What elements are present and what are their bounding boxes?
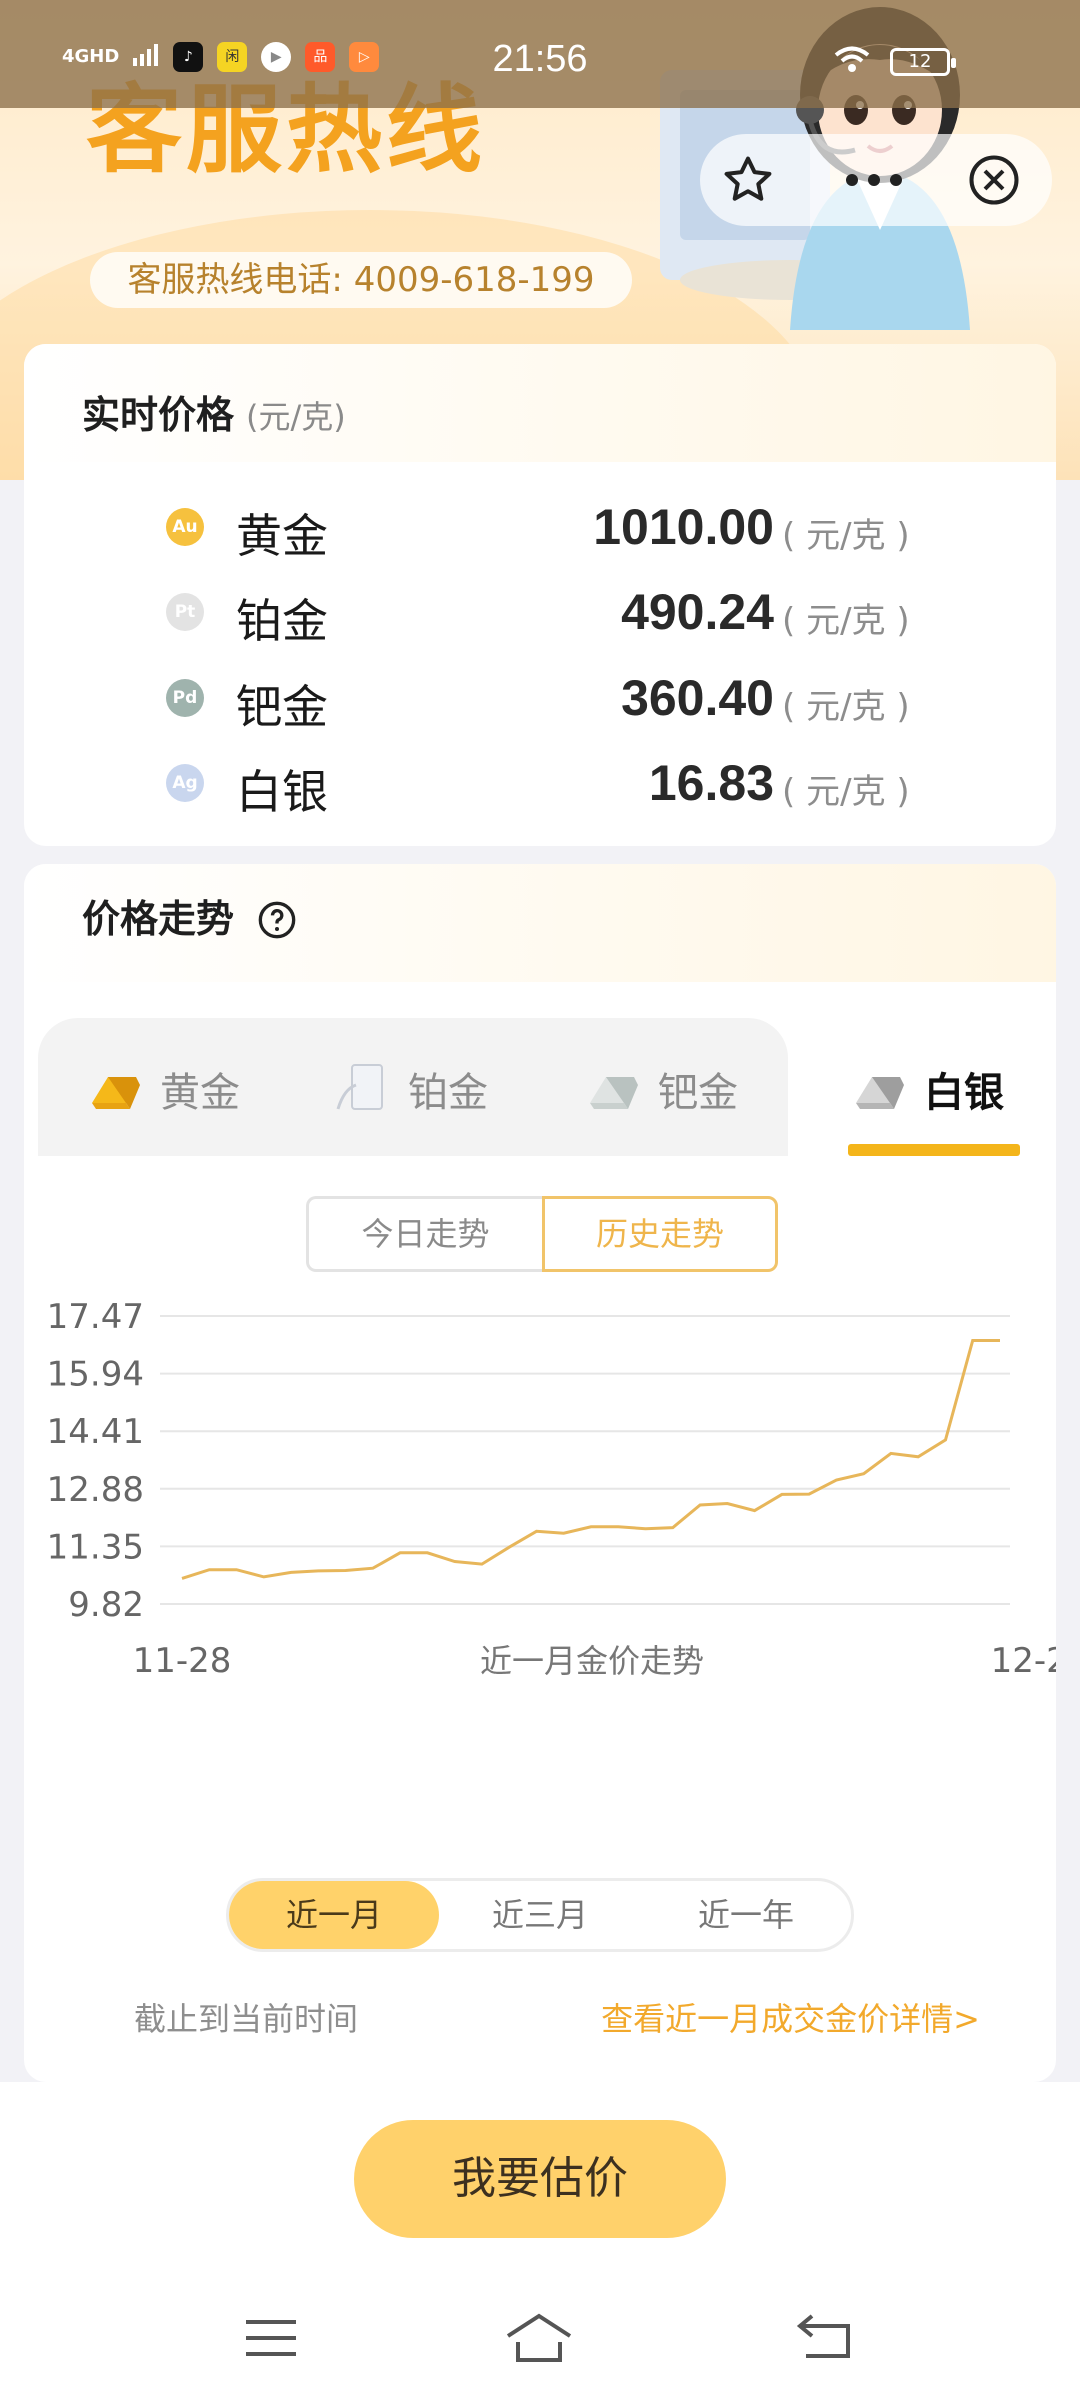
close-circle-icon <box>969 155 1019 205</box>
price-trend-card: 价格走势 黄金 铂金 钯金 白银 今日走势 历史走势 9.82 11.35 12.8… <box>24 864 1056 2082</box>
question-circle-icon[interactable] <box>257 900 297 940</box>
metal-price: 1010.00 <box>593 499 774 555</box>
tab-silver[interactable]: 白银 <box>850 1054 1004 1124</box>
x-axis-label: 近一月金价走势 <box>480 1642 704 1680</box>
range-selector: 近一月 近三月 近一年 <box>226 1878 854 1952</box>
silver-bar-icon <box>856 1077 904 1109</box>
metal-price: 16.83 <box>648 755 774 811</box>
realtime-header: 实时价格 (元/克) <box>24 344 1056 462</box>
realtime-title-text: 实时价格 <box>82 393 235 437</box>
status-bar: 4GHD ♪ 闲 ▶ 品 ▷ 21:56 12 <box>0 0 1080 108</box>
metal-name: 黄金 <box>236 509 328 563</box>
palladium-bar-icon <box>590 1077 638 1109</box>
range-1m[interactable]: 近一月 <box>229 1881 439 1949</box>
active-tab-indicator <box>848 1144 1020 1156</box>
trend-title: 价格走势 <box>82 888 297 943</box>
more-icon <box>846 174 902 186</box>
star-icon <box>724 156 772 201</box>
tab-label: 钯金 <box>658 1070 738 1116</box>
range-1y[interactable]: 近一年 <box>641 1881 851 1949</box>
back-icon <box>796 2314 850 2358</box>
price-line-chart: 9.82 11.35 12.88 14.41 15.94 17.47 11-28 12-28… <box>47 1297 1056 1681</box>
price-row-palladium[interactable]: Pd 钯金 360.40 ( 元/克 ) <box>24 657 1056 737</box>
tab-label: 铂金 <box>408 1070 488 1116</box>
nav-menu-button[interactable] <box>236 2310 306 2366</box>
close-button[interactable] <box>954 134 1034 226</box>
x-tick-label: 11-28 <box>133 1641 232 1681</box>
metal-unit: ( 元/克 ) <box>782 601 910 641</box>
hotline-pill[interactable]: 客服热线电话: 4009-618-199 <box>90 252 632 308</box>
y-tick-label: 11.35 <box>47 1527 144 1567</box>
x-tick-label: 12-28 <box>991 1641 1056 1681</box>
price-row-platinum[interactable]: Pt 铂金 490.24 ( 元/克 ) <box>24 571 1056 651</box>
metal-name: 钯金 <box>236 680 328 734</box>
platinum-bar-icon <box>336 1064 383 1110</box>
y-tick-label: 17.47 <box>47 1297 144 1337</box>
price-row-gold[interactable]: Au 黄金 1010.00 ( 元/克 ) <box>24 486 1056 566</box>
silver-badge-icon: Ag <box>166 764 204 802</box>
range-3m[interactable]: 近三月 <box>435 1881 645 1949</box>
home-icon <box>506 2313 572 2362</box>
menu-icon <box>246 2320 296 2356</box>
favorite-button[interactable] <box>708 134 788 226</box>
battery-indicator: 12 <box>890 48 956 76</box>
tab-platinum[interactable]: 铂金 <box>334 1054 488 1124</box>
trend-header: 价格走势 <box>24 864 1056 982</box>
metal-unit: ( 元/克 ) <box>782 772 910 812</box>
platinum-badge-icon: Pt <box>166 593 204 631</box>
y-tick-label: 12.88 <box>47 1470 144 1510</box>
metal-name: 白银 <box>236 765 328 819</box>
gold-badge-icon: Au <box>166 508 204 546</box>
realtime-unit: (元/克) <box>246 398 346 436</box>
segment-history[interactable]: 历史走势 <box>542 1196 778 1272</box>
view-details-link[interactable]: 查看近一月成交金价详情> <box>601 1994 980 2040</box>
palladium-badge-icon: Pd <box>166 679 204 717</box>
y-tick-label: 14.41 <box>47 1412 144 1452</box>
tab-gold[interactable]: 黄金 <box>86 1054 240 1124</box>
realtime-price-card: 实时价格 (元/克) Au 黄金 1010.00 ( 元/克 ) Pt 铂金 49… <box>24 344 1056 846</box>
nav-back-button[interactable] <box>792 2310 862 2366</box>
metal-name: 铂金 <box>236 594 328 648</box>
bottom-action-bar: 我要估价 <box>0 2082 1080 2400</box>
metal-unit: ( 元/克 ) <box>782 516 910 556</box>
y-tick-label: 15.94 <box>47 1355 144 1395</box>
metal-price: 360.40 <box>621 670 774 726</box>
wifi-icon <box>834 46 870 78</box>
metal-price: 490.24 <box>621 584 774 640</box>
metal-tabs: 黄金 铂金 钯金 白银 <box>38 1018 1042 1156</box>
gold-bar-icon <box>92 1077 140 1109</box>
nav-home-button[interactable] <box>504 2310 574 2366</box>
trend-title-text: 价格走势 <box>82 897 235 941</box>
segment-today[interactable]: 今日走势 <box>306 1196 542 1272</box>
y-tick-label: 9.82 <box>68 1585 144 1625</box>
status-right: 12 <box>834 46 956 78</box>
realtime-title: 实时价格 (元/克) <box>82 384 346 439</box>
miniprogram-capsule <box>700 134 1052 226</box>
price-row-silver[interactable]: Ag 白银 16.83 ( 元/克 ) <box>24 742 1056 822</box>
metal-unit: ( 元/克 ) <box>782 687 910 727</box>
cutoff-note: 截止到当前时间 <box>134 2000 359 2038</box>
tab-label: 黄金 <box>160 1070 240 1116</box>
estimate-price-button[interactable]: 我要估价 <box>354 2120 726 2238</box>
tab-label: 白银 <box>924 1070 1004 1116</box>
tab-palladium[interactable]: 钯金 <box>584 1054 738 1124</box>
more-button[interactable] <box>834 134 914 226</box>
series-line <box>181 1339 1000 1580</box>
